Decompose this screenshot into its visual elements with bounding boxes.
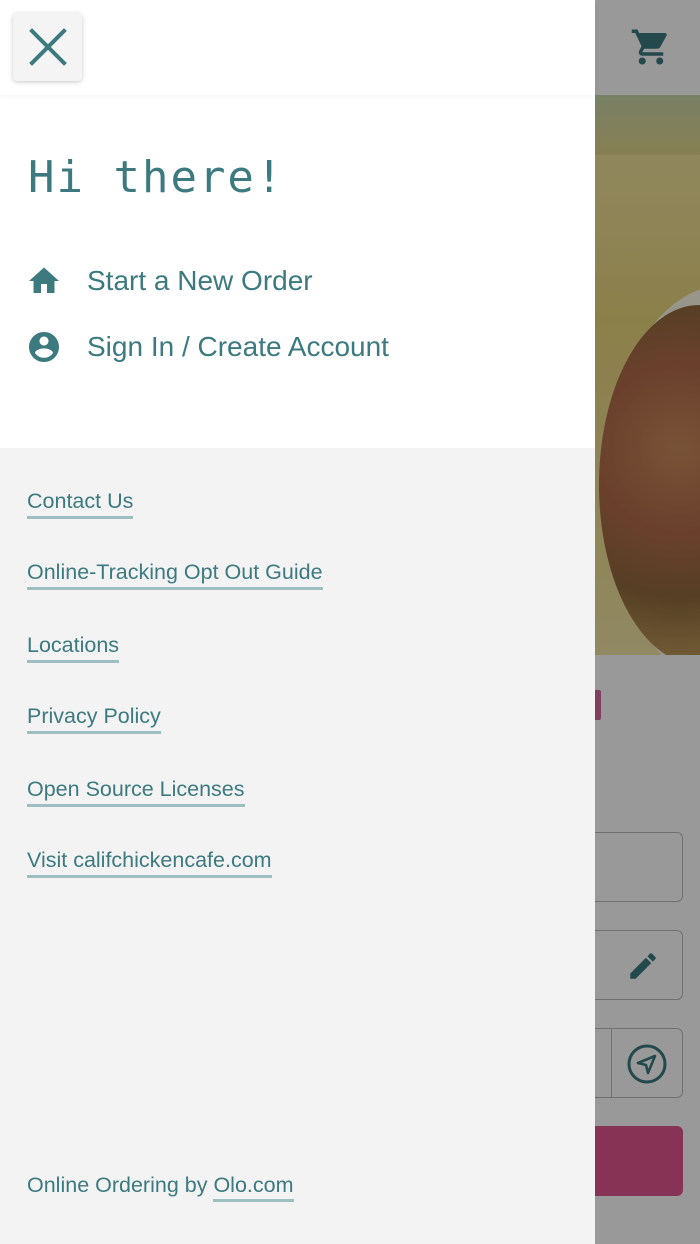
- home-icon: [26, 263, 62, 299]
- footer-credit: Online Ordering by Olo.com: [27, 1173, 294, 1202]
- opt-out-guide-link[interactable]: Online-Tracking Opt Out Guide: [27, 560, 323, 590]
- menu-item-label: Sign In / Create Account: [87, 331, 389, 362]
- contact-us-link[interactable]: Contact Us: [27, 489, 134, 519]
- greeting-heading: Hi there!: [28, 152, 285, 203]
- navigation-drawer: Hi there! Start a New Order Sign In / Cr…: [0, 0, 595, 1244]
- sign-in-item[interactable]: Sign In / Create Account: [26, 325, 389, 369]
- olo-link[interactable]: Olo.com: [213, 1173, 294, 1202]
- open-source-licenses-link[interactable]: Open Source Licenses: [27, 777, 245, 807]
- privacy-policy-link[interactable]: Privacy Policy: [27, 704, 161, 734]
- start-new-order-item[interactable]: Start a New Order: [26, 259, 313, 303]
- visit-website-link[interactable]: Visit califchickencafe.com: [27, 848, 272, 878]
- close-button[interactable]: [13, 13, 82, 81]
- locations-link[interactable]: Locations: [27, 633, 120, 663]
- account-circle-icon: [26, 329, 62, 365]
- drawer-header: [0, 0, 595, 95]
- menu-item-label: Start a New Order: [87, 265, 313, 296]
- footer-prefix: Online Ordering by: [27, 1173, 214, 1197]
- close-icon: [28, 28, 67, 66]
